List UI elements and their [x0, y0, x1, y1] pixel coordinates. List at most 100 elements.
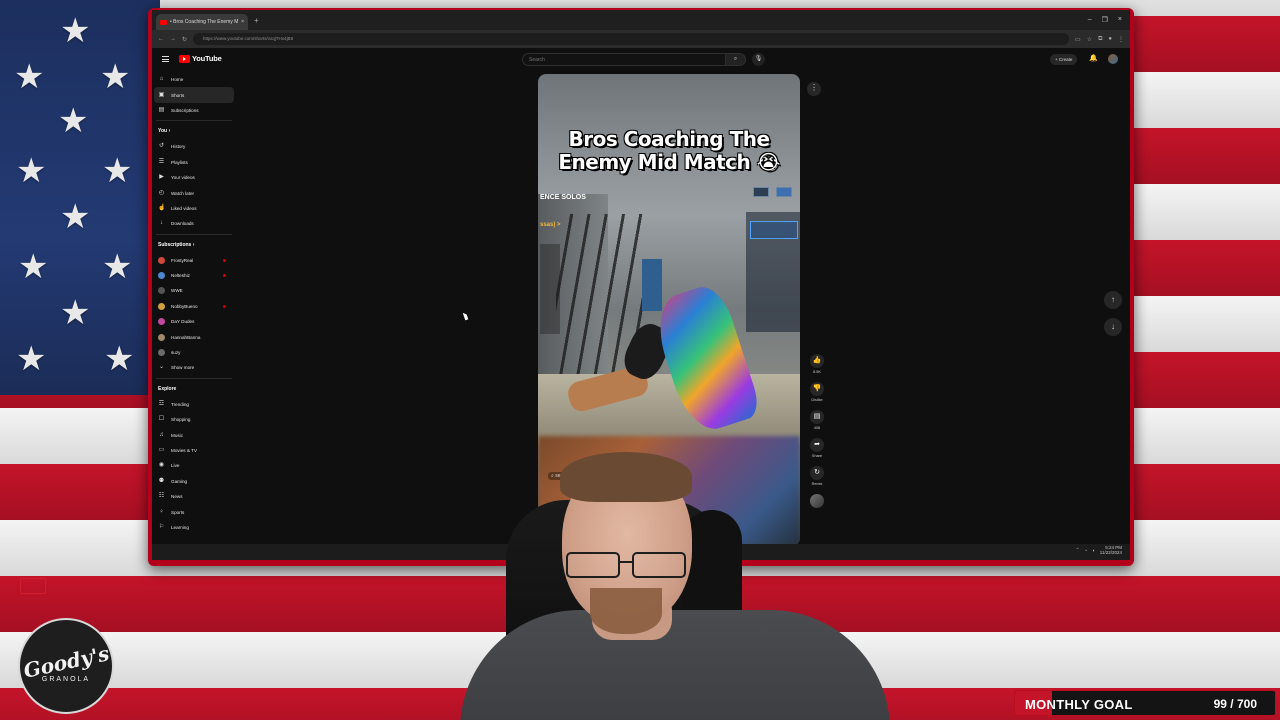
live-indicator-icon [223, 304, 226, 308]
browser-menu-icon[interactable]: ⋮ [1118, 36, 1124, 43]
sidebar-item-live[interactable]: ◉ Live [152, 458, 236, 473]
sidebar-item-movies-tv[interactable]: ▭ Movies & TV [152, 443, 236, 458]
clock[interactable]: 5:24 PM 11/22/2024 [1100, 545, 1122, 555]
sidebar-item-liked-videos[interactable]: ☝ Liked videos [152, 201, 236, 216]
sidebar-item-label: FrostyReal [171, 257, 194, 263]
like-button[interactable]: 👍 8.5K [806, 354, 828, 374]
new-tab-button[interactable]: + [254, 16, 259, 25]
back-icon[interactable]: ← [158, 36, 164, 42]
flag-star-icon: ★ [102, 152, 133, 190]
sidebar-item-history[interactable]: ↺ History [152, 139, 236, 154]
monthly-goal-bar: MONTHLY GOAL 99 / 700 [1014, 690, 1276, 716]
news-icon: ☷ [158, 493, 165, 500]
alert-frame [20, 578, 46, 594]
sidebar-heading-you[interactable]: You › [152, 123, 236, 139]
glasses-icon [566, 552, 690, 578]
shorts-icon: ▣ [158, 91, 165, 98]
sidebar-item-suzy[interactable]: suzy [152, 345, 236, 360]
notifications-bell-icon[interactable]: 🔔 [1089, 54, 1098, 62]
sidebar-item-learning[interactable]: ⚐ Learning [152, 520, 236, 535]
previous-short-button[interactable]: ↑ [1104, 291, 1122, 309]
account-avatar[interactable] [1108, 54, 1118, 64]
sidebar-item-label: Live [171, 463, 180, 469]
sidebar-heading-explore[interactable]: Explore [152, 381, 236, 397]
sidebar-item-hannahbanna[interactable]: HannahBanna [152, 329, 236, 344]
sidebar-item-news[interactable]: ☷ News [152, 489, 236, 504]
profile-icon[interactable]: ● [1108, 36, 1112, 43]
youtube-logo[interactable]: YouTube [179, 54, 222, 63]
flag-star-icon: ★ [60, 12, 91, 50]
microphone-icon: 🎙 [754, 56, 763, 62]
sidebar-item-show-more[interactable]: ⌄ Show more [152, 360, 236, 375]
tray-chevron-icon[interactable]: ⌃ [1076, 547, 1080, 553]
sidebar-item-label: Sports [171, 509, 185, 515]
sidebar-item-label: Your videos [171, 175, 195, 181]
browser-tab[interactable]: • Bros Coaching The Enemy Mi × [156, 14, 248, 30]
search-icon: ⌕ [733, 56, 738, 62]
sidebar-item-music[interactable]: ♫ Music [152, 427, 236, 442]
sidebar-item-label: Trending [171, 401, 189, 407]
sidebar-item-sports[interactable]: ♀ Sports [152, 504, 236, 519]
learning-icon: ⚐ [158, 523, 165, 530]
window-controls: – ❐ × [1088, 16, 1130, 24]
sidebar-item-nobbybueno[interactable]: NobbyBueno [152, 299, 236, 314]
sidebar-item-nelteshiz[interactable]: Nelteshiz [152, 268, 236, 283]
sports-icon: ♀ [159, 508, 164, 515]
dislike-icon: 👎 [810, 382, 824, 396]
sidebar-item-gaming[interactable]: ⚉ Gaming [152, 474, 236, 489]
sidebar-item-downloads[interactable]: ↓ Downloads [152, 216, 236, 231]
close-tab-icon[interactable]: × [241, 19, 244, 25]
url-field[interactable]: https://www.youtube.com/shorts/vxqjTHx4j… [193, 33, 1070, 45]
sidebar-item-wwe[interactable]: WWE [152, 283, 236, 298]
extensions-icon[interactable]: ⧉ [1098, 36, 1102, 43]
shopping-icon: ☐ [158, 416, 165, 423]
address-bar: ← → ↻ https://www.youtube.com/shorts/vxq… [152, 30, 1130, 48]
close-window-icon[interactable]: × [1118, 16, 1122, 24]
sidebar-item-home[interactable]: ⌂ Home [152, 72, 236, 87]
volume-icon[interactable]: ◖ [1092, 548, 1095, 553]
sidebar-item-label: Subscriptions [171, 107, 199, 113]
sponsor-logo: Goody's GRANOLA [18, 618, 114, 714]
sidebar-item-subscriptions[interactable]: ▤ Subscriptions [152, 103, 236, 118]
sidebar-item-watch-later[interactable]: ◴ Watch later [152, 185, 236, 200]
action-label: 408 [813, 426, 821, 430]
maximize-icon[interactable]: ❐ [1102, 16, 1108, 24]
more-options-button[interactable]: ⋮ [807, 82, 821, 96]
sidebar-item-playlists[interactable]: ☰ Playlists [152, 155, 236, 170]
sidebar-item-trending[interactable]: ☲ Trending [152, 397, 236, 412]
voice-search-button[interactable]: 🎙 [752, 53, 765, 66]
flag-star-icon: ★ [100, 58, 131, 96]
dislike-button[interactable]: 👎 Dislike [806, 382, 828, 402]
mouse-cursor-icon [462, 311, 469, 321]
search-input[interactable] [522, 53, 726, 66]
sidebar-item-frostyreal[interactable]: FrostyReal [152, 253, 236, 268]
sidebar-item-label: Home [171, 77, 184, 83]
sidebar-item-your-videos[interactable]: ▶ Your videos [152, 170, 236, 185]
watch-later-icon: ◴ [158, 189, 165, 196]
sidebar-item-label: suzy [171, 350, 181, 356]
reload-icon[interactable]: ↻ [182, 36, 187, 43]
search-bar: ⌕ 🎙 [522, 53, 765, 66]
next-short-button[interactable]: ↓ [1104, 318, 1122, 336]
sidebar-item-shorts[interactable]: ▣ Shorts [154, 87, 234, 103]
flag-star-icon: ★ [58, 102, 89, 140]
hamburger-menu-icon[interactable] [162, 56, 169, 62]
bookmark-star-icon[interactable]: ☆ [1087, 36, 1092, 43]
comments-button[interactable]: ▤ 408 [806, 410, 828, 430]
channel-avatar [158, 302, 165, 310]
sidebar-item-shopping[interactable]: ☐ Shopping [152, 412, 236, 427]
sidebar-heading-subscriptions[interactable]: Subscriptions › [152, 237, 236, 253]
sidebar-item-label: DaY Dudes [171, 319, 195, 325]
sidebar: ⌂ Home ▣ Shorts ▤ Subscriptions You › ↺ History ☰… [152, 72, 236, 535]
cast-icon[interactable]: ▭ [1075, 36, 1081, 43]
sidebar-item-label: Nelteshiz [171, 273, 190, 279]
create-button[interactable]: + Create [1050, 54, 1078, 65]
search-button[interactable]: ⌕ [726, 53, 746, 66]
sidebar-item-day-dudes[interactable]: DaY Dudes [152, 314, 236, 329]
game-overlay-text: ENCE SOLOS [540, 194, 586, 201]
wifi-icon[interactable]: ◔ [1084, 548, 1087, 553]
minimize-icon[interactable]: – [1088, 16, 1092, 24]
forward-icon[interactable]: → [170, 36, 176, 42]
flag-star-icon: ★ [16, 152, 47, 190]
short-caption-line2: Enemy Mid Match 😭 [558, 150, 780, 174]
